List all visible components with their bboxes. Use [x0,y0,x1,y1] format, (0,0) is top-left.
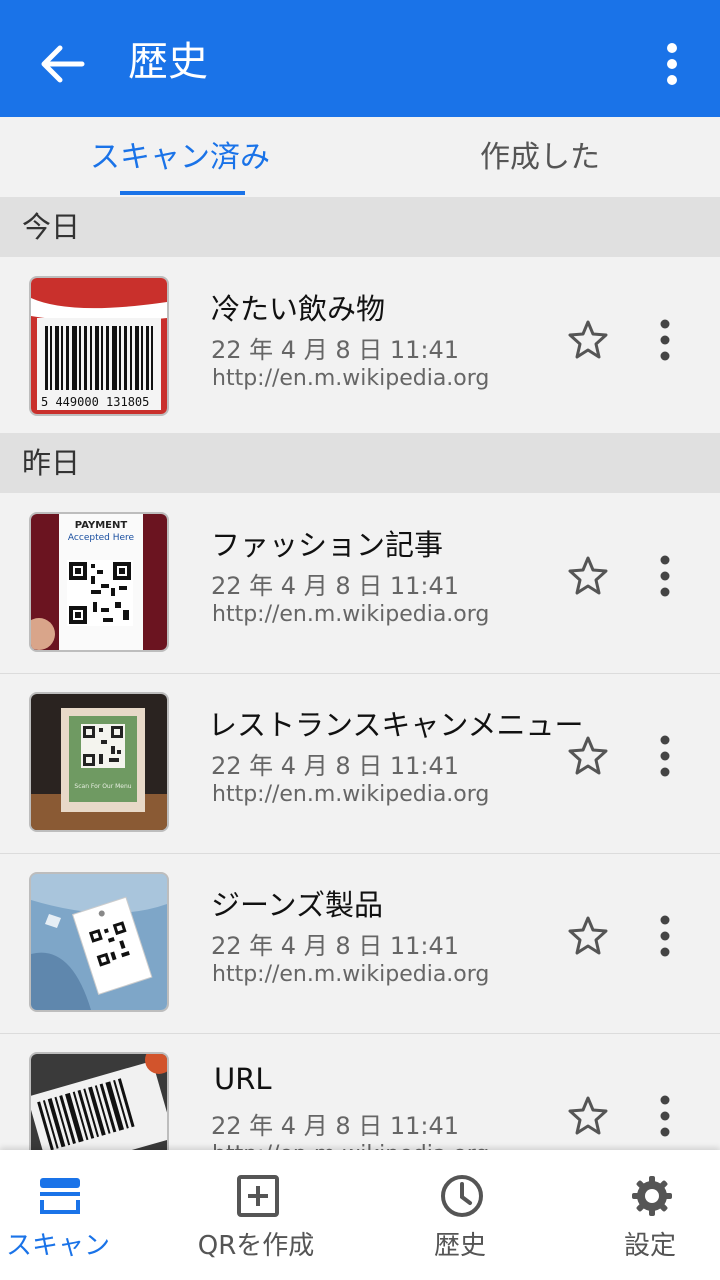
svg-text:PAYMENT: PAYMENT [75,520,128,531]
more-vert-icon[interactable] [648,734,682,778]
item-url: http://en.m.wikipedia.org [212,962,490,987]
section-header-today: 今日 [0,197,720,257]
scan-icon [40,1178,80,1214]
section-header-yesterday: 昨日 [0,433,720,493]
svg-text:Scan For Our Menu: Scan For Our Menu [74,783,131,790]
bottom-navigation: スキャン QRを作成 歴史 設定 [0,1150,720,1280]
tab-created[interactable]: 作成した [360,117,720,197]
qr-payment-thumbnail: PAYMENT Accepted Here [29,512,169,652]
tab-scanned[interactable]: スキャン済み [0,117,360,197]
nav-label: QRを作成 [197,1231,315,1261]
clock-icon [441,1175,483,1217]
more-vert-icon[interactable] [648,318,682,362]
qr-jeans-tag-thumbnail [29,872,169,1012]
svg-text:5 449000 131805: 5 449000 131805 [41,395,149,409]
item-date: 22 年 4 月 8 日 11:41 [211,932,460,960]
item-date: 22 年 4 月 8 日 11:41 [211,336,460,364]
star-icon[interactable] [566,734,610,778]
item-date: 22 年 4 月 8 日 11:41 [211,752,460,780]
nav-label: 歴史 [433,1231,486,1261]
svg-text:Accepted Here: Accepted Here [68,533,135,543]
tab-indicator [120,191,245,195]
app-bar: 歴史 [0,0,720,117]
star-icon[interactable] [566,318,610,362]
barcode-thumbnail: 5 449000 131805 [29,276,169,416]
tab-bar: スキャン済み 作成した [0,117,720,197]
page-title: 歴史 [128,39,208,85]
item-url: http://en.m.wikipedia.org [212,782,490,807]
more-vert-icon[interactable] [648,554,682,598]
more-vert-icon[interactable] [648,914,682,958]
arrow-back-icon[interactable] [36,40,88,88]
star-icon[interactable] [566,1094,610,1138]
item-title: ファッション記事 [211,528,444,562]
item-title: レストランスキャンメニュー [208,708,584,742]
qr-frame-thumbnail: Scan For Our Menu [29,692,169,832]
add-box-icon [237,1175,279,1217]
item-title: URL [214,1062,272,1096]
nav-item-settings[interactable]: 設定 [560,1150,720,1280]
gear-icon [632,1176,672,1216]
nav-label: 設定 [623,1231,676,1261]
history-item[interactable]: 5 449000 131805 冷たい飲み物 22 年 4 月 8 日 11:4… [0,258,720,438]
nav-item-scan[interactable]: スキャン [0,1150,148,1280]
item-url: http://en.m.wikipedia.org [212,602,490,627]
star-icon[interactable] [566,914,610,958]
item-title: 冷たい飲み物 [211,292,386,326]
star-icon[interactable] [566,554,610,598]
item-title: ジーンズ製品 [211,888,383,922]
nav-item-history[interactable]: 歴史 [370,1150,550,1280]
nav-label: スキャン [5,1231,110,1261]
history-item[interactable]: PAYMENT Accepted Here ファッション記事 22 年 4 月 … [0,494,720,674]
more-vert-icon[interactable] [648,1094,682,1138]
item-date: 22 年 4 月 8 日 11:41 [211,1112,460,1140]
item-url: http://en.m.wikipedia.org [212,366,490,391]
more-vert-icon[interactable] [650,36,694,92]
history-item[interactable]: Scan For Our Menu レストランスキャンメニュー 22 年 4 月… [0,674,720,854]
section-label: 今日 [22,210,81,244]
history-item[interactable]: ジーンズ製品 22 年 4 月 8 日 11:41 http://en.m.wi… [0,854,720,1034]
section-label: 昨日 [22,446,81,480]
item-date: 22 年 4 月 8 日 11:41 [211,572,460,600]
nav-item-create-qr[interactable]: QRを作成 [166,1150,346,1280]
